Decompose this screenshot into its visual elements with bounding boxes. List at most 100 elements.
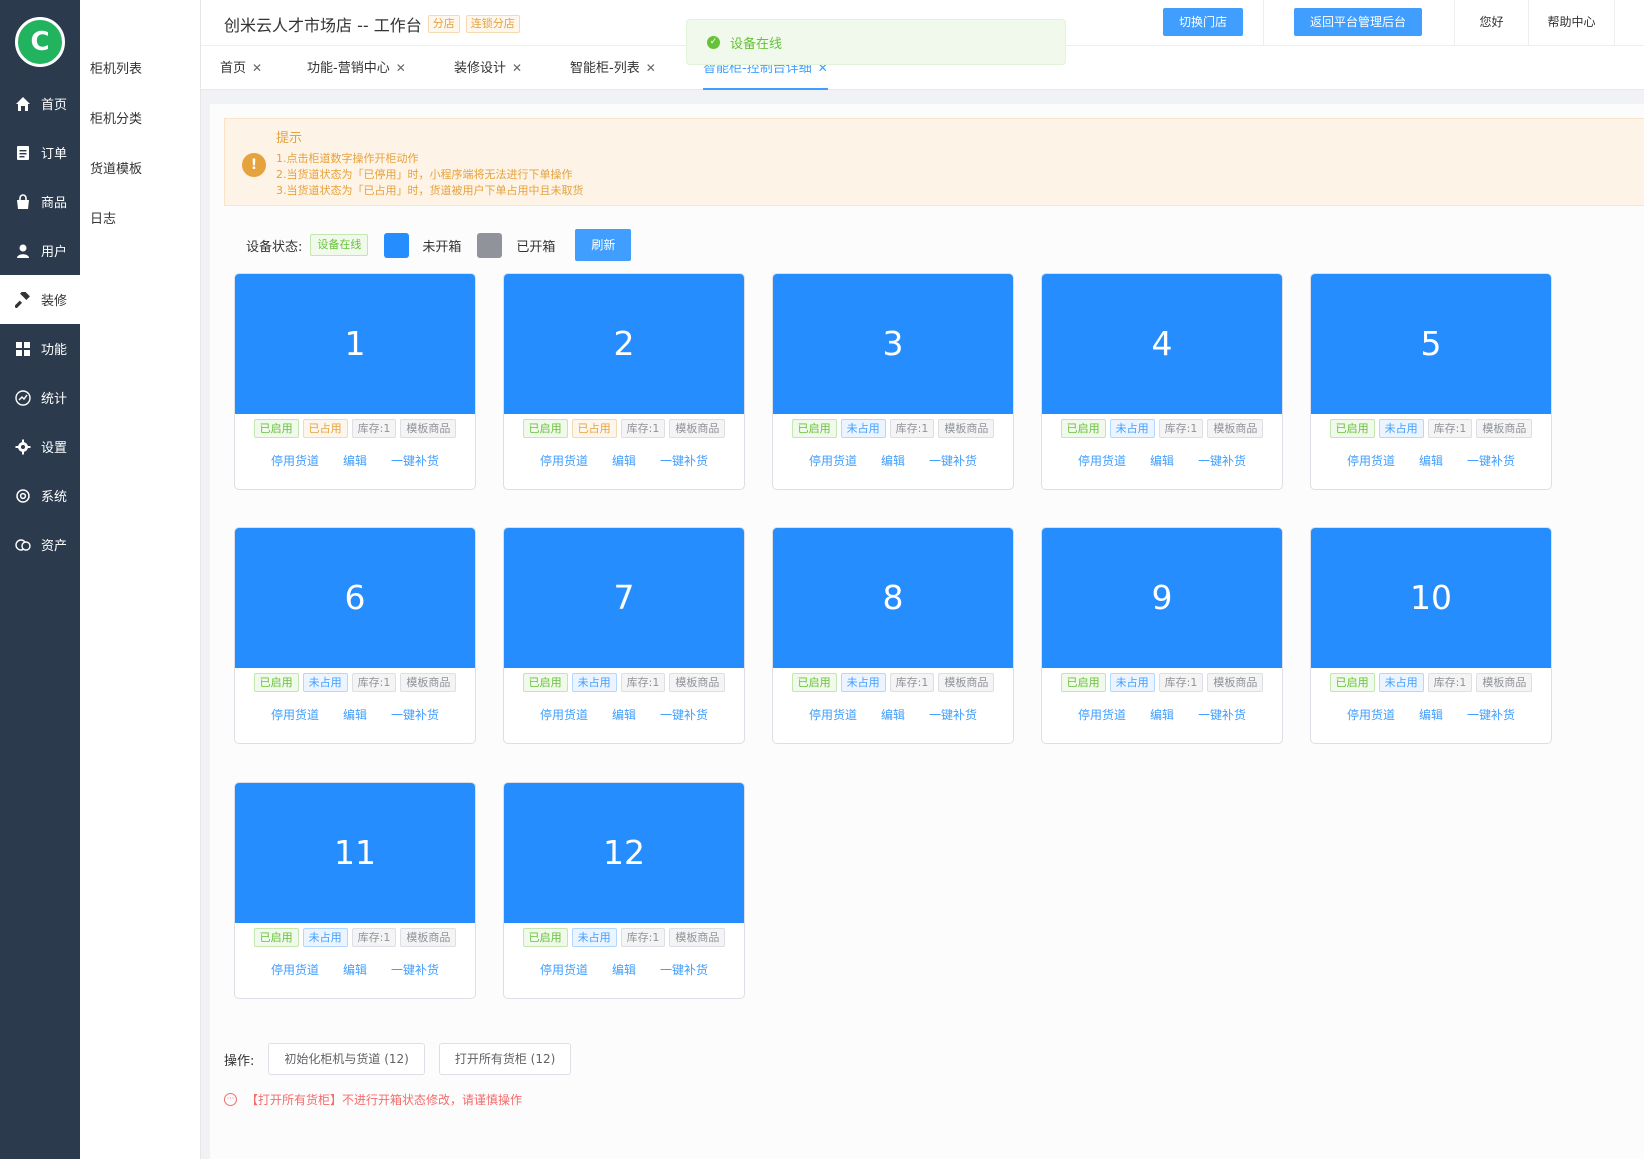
restock-lane-link[interactable]: 一键补货 <box>660 706 708 723</box>
stock-badge: 库存:1 <box>351 673 397 692</box>
tab-label: 装修设计 <box>454 61 507 76</box>
sidebar-item-8[interactable]: 系统 <box>0 471 80 520</box>
sidebar-item-7[interactable]: 设置 <box>0 422 80 471</box>
lane-number-button[interactable]: 4 <box>1042 274 1282 414</box>
help-center-link[interactable]: 帮助中心 <box>1528 0 1614 46</box>
close-icon[interactable]: ✕ <box>396 61 406 75</box>
submenu-item-cabinet-list[interactable]: 柜机列表 <box>80 48 200 98</box>
edit-lane-link[interactable]: 编辑 <box>1150 706 1174 723</box>
notice-title: 提示 <box>276 131 303 146</box>
occupancy-badge: 未占用 <box>840 419 886 438</box>
sidebar-item-9[interactable]: 资产 <box>0 520 80 569</box>
disable-lane-link[interactable]: 停用货道 <box>1347 706 1395 723</box>
edit-lane-link[interactable]: 编辑 <box>343 706 367 723</box>
chart-icon <box>14 389 32 407</box>
toast-message: 设备在线 <box>730 36 783 52</box>
restock-lane-link[interactable]: 一键补货 <box>660 961 708 978</box>
greeting-link[interactable]: 您好 <box>1454 0 1528 46</box>
lane-number-button[interactable]: 9 <box>1042 528 1282 668</box>
lane-number-button[interactable]: 6 <box>235 528 475 668</box>
restock-lane-link[interactable]: 一键补货 <box>929 706 977 723</box>
refresh-button[interactable]: 刷新 <box>575 229 632 261</box>
sidebar-item-6[interactable]: 统计 <box>0 373 80 422</box>
lane-number-button[interactable]: 8 <box>773 528 1013 668</box>
lane-number-button[interactable]: 3 <box>773 274 1013 414</box>
restock-lane-link[interactable]: 一键补货 <box>391 961 439 978</box>
tab-smart-cabinet-list[interactable]: 智能柜-列表 ✕ <box>570 46 656 90</box>
close-icon[interactable]: ✕ <box>252 61 262 75</box>
edit-lane-link[interactable]: 编辑 <box>881 706 905 723</box>
lane-card: 10 已启用 未占用 库存:1 模板商品 停用货道 编辑 一键补货 <box>1310 527 1552 744</box>
lane-number-button[interactable]: 10 <box>1311 528 1551 668</box>
edit-lane-link[interactable]: 编辑 <box>343 452 367 469</box>
lane-actions: 停用货道 编辑 一键补货 <box>773 706 1013 723</box>
enabled-badge: 已启用 <box>1329 673 1375 692</box>
occupancy-badge: 未占用 <box>1109 419 1155 438</box>
lane-number-button[interactable]: 1 <box>235 274 475 414</box>
lane-number-button[interactable]: 7 <box>504 528 744 668</box>
close-icon[interactable]: ✕ <box>512 61 522 75</box>
hammer-icon <box>14 291 32 309</box>
lane-number-button[interactable]: 12 <box>504 783 744 923</box>
edit-lane-link[interactable]: 编辑 <box>1419 452 1443 469</box>
sidebar-item-3[interactable]: 用户 <box>0 226 80 275</box>
restock-lane-link[interactable]: 一键补货 <box>391 706 439 723</box>
restock-lane-link[interactable]: 一键补货 <box>1467 452 1515 469</box>
lane-tags: 已启用 未占用 库存:1 模板商品 <box>504 673 744 692</box>
edit-lane-link[interactable]: 编辑 <box>1150 452 1174 469</box>
disable-lane-link[interactable]: 停用货道 <box>271 961 319 978</box>
switch-store-button[interactable]: 切换门店 <box>1163 8 1244 36</box>
template-badge: 模板商品 <box>1476 673 1533 692</box>
submenu-item-lane-template[interactable]: 货道模板 <box>80 148 200 198</box>
lane-number-button[interactable]: 5 <box>1311 274 1551 414</box>
edit-lane-link[interactable]: 编辑 <box>343 961 367 978</box>
disable-lane-link[interactable]: 停用货道 <box>1078 452 1126 469</box>
disable-lane-link[interactable]: 停用货道 <box>809 452 857 469</box>
disable-lane-link[interactable]: 停用货道 <box>1347 452 1395 469</box>
restock-lane-link[interactable]: 一键补货 <box>1198 706 1246 723</box>
lane-card: 2 已启用 已占用 库存:1 模板商品 停用货道 编辑 一键补货 <box>503 273 745 490</box>
close-icon[interactable]: ✕ <box>646 61 656 75</box>
edit-lane-link[interactable]: 编辑 <box>612 706 636 723</box>
disable-lane-link[interactable]: 停用货道 <box>1078 706 1126 723</box>
sidebar-item-4[interactable]: 装修 <box>0 275 80 324</box>
disable-lane-link[interactable]: 停用货道 <box>540 706 588 723</box>
disable-lane-link[interactable]: 停用货道 <box>540 452 588 469</box>
restock-lane-link[interactable]: 一键补货 <box>1467 706 1515 723</box>
tab-home[interactable]: 首页 ✕ <box>220 46 262 90</box>
sidebar-item-label: 用户 <box>41 245 68 260</box>
edit-lane-link[interactable]: 编辑 <box>612 961 636 978</box>
init-cabinet-button[interactable]: 初始化柜机与货道 (12) <box>268 1043 425 1075</box>
app-logo[interactable]: C <box>15 17 65 67</box>
tab-marketing-center[interactable]: 功能-营销中心 ✕ <box>307 46 406 90</box>
disable-lane-link[interactable]: 停用货道 <box>271 452 319 469</box>
restock-lane-link[interactable]: 一键补货 <box>391 452 439 469</box>
edit-lane-link[interactable]: 编辑 <box>612 452 636 469</box>
edit-lane-link[interactable]: 编辑 <box>1419 706 1443 723</box>
lane-actions: 停用货道 编辑 一键补货 <box>773 452 1013 469</box>
enabled-badge: 已启用 <box>791 673 837 692</box>
lane-number-button[interactable]: 11 <box>235 783 475 923</box>
sidebar-item-5[interactable]: 功能 <box>0 324 80 373</box>
sidebar-item-2[interactable]: 商品 <box>0 177 80 226</box>
template-badge: 模板商品 <box>669 673 726 692</box>
occupancy-badge: 未占用 <box>1109 673 1155 692</box>
disable-lane-link[interactable]: 停用货道 <box>271 706 319 723</box>
tab-decoration-design[interactable]: 装修设计 ✕ <box>454 46 522 90</box>
edit-lane-link[interactable]: 编辑 <box>881 452 905 469</box>
disable-lane-link[interactable]: 停用货道 <box>809 706 857 723</box>
restock-lane-link[interactable]: 一键补货 <box>929 452 977 469</box>
sidebar-item-1[interactable]: 订单 <box>0 128 80 177</box>
lane-number-button[interactable]: 2 <box>504 274 744 414</box>
sidebar-nav: 首页 订单 商品用户装修 功能 统计 设置 系统 资产 <box>0 79 80 569</box>
stock-badge: 库存:1 <box>1427 419 1473 438</box>
back-platform-button[interactable]: 返回平台管理后台 <box>1294 8 1423 36</box>
restock-lane-link[interactable]: 一键补货 <box>660 452 708 469</box>
open-all-cabinets-button[interactable]: 打开所有货柜 (12) <box>438 1043 572 1075</box>
submenu-item-cabinet-category[interactable]: 柜机分类 <box>80 98 200 148</box>
submenu-item-log[interactable]: 日志 <box>80 198 200 248</box>
sidebar-item-0[interactable]: 首页 <box>0 79 80 128</box>
restock-lane-link[interactable]: 一键补货 <box>1198 452 1246 469</box>
disable-lane-link[interactable]: 停用货道 <box>540 961 588 978</box>
template-badge: 模板商品 <box>669 419 726 438</box>
